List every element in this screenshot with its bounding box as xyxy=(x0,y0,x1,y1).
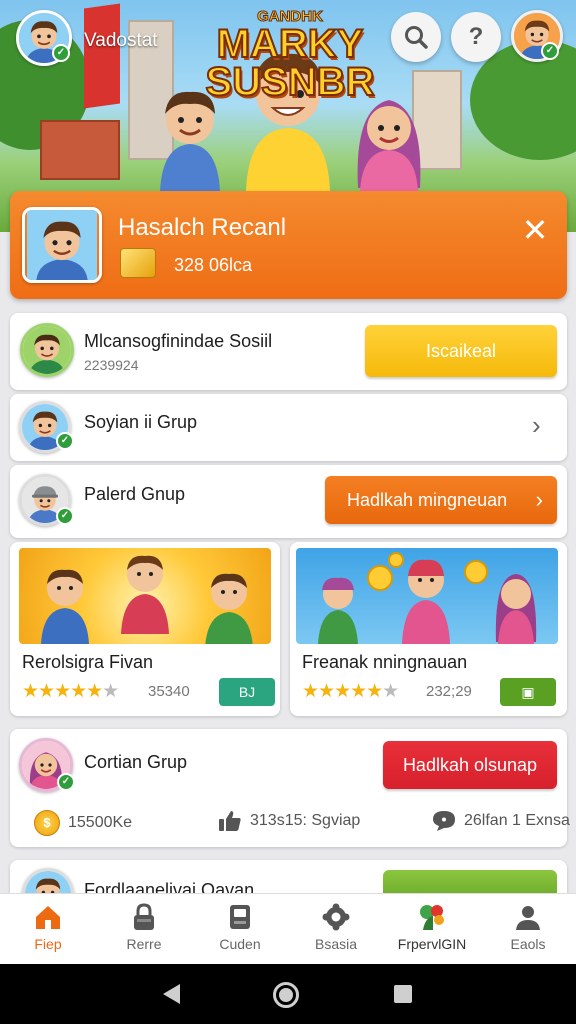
rating-stars: ★★★★★★ xyxy=(22,681,119,702)
nav-label: Cuden xyxy=(219,936,261,952)
nav-label: Bsasia xyxy=(314,936,358,952)
thumbs-up-icon xyxy=(219,811,241,831)
home-icon xyxy=(36,906,60,929)
game-artwork-image xyxy=(318,552,537,644)
nav-home[interactable]: Fiep xyxy=(0,894,96,964)
reward-banner[interactable]: Hasalch Recanl 328 06lca xyxy=(10,191,567,299)
search-button[interactable] xyxy=(391,12,441,62)
card-title: Palerd Gnup xyxy=(84,484,186,504)
card-avatar-image xyxy=(23,326,71,374)
person-icon xyxy=(516,906,540,930)
nav-label: Eaols xyxy=(510,936,546,952)
nav-label: Fiep xyxy=(34,936,62,952)
card-title: Mlcansogfinindae Sosiil xyxy=(84,331,273,351)
likes-stat: 313s15: Sgviap xyxy=(218,810,360,832)
game-logo: GANDHK MARKY SUSNBR xyxy=(205,8,376,104)
game-artwork xyxy=(19,548,271,644)
chevron-right-icon: › xyxy=(532,410,541,440)
verified-icon: ✓ xyxy=(56,432,74,450)
verified-icon: ✓ xyxy=(56,507,74,525)
search-icon xyxy=(405,26,428,49)
back-icon[interactable] xyxy=(160,982,182,1006)
game-tag[interactable]: ▣ xyxy=(500,678,556,706)
banner-coins: 328 06lca xyxy=(174,255,253,275)
verified-icon: ✓ xyxy=(541,42,559,60)
game-artwork xyxy=(296,548,558,644)
card-avatar xyxy=(20,323,74,377)
banner-title: Hasalch Recanl xyxy=(118,214,287,241)
nav-settings[interactable]: Bsasia xyxy=(288,894,384,964)
game-count: 232;29 xyxy=(426,683,472,700)
chevron-right-icon: › xyxy=(535,487,543,512)
help-icon: ? xyxy=(468,23,484,50)
group-action-button[interactable]: Hadlkah mingneuan › xyxy=(325,476,557,524)
nav-label: Rerre xyxy=(126,936,162,952)
banner-avatar-image xyxy=(25,210,99,280)
home-circle-icon[interactable] xyxy=(272,981,300,1009)
book-icon xyxy=(230,905,250,929)
game-card[interactable]: Freanak nningnauan ★★★★★★ 232;29 ▣ xyxy=(290,542,567,716)
comments-stat: 26lfan 1 Exnsa xyxy=(432,810,570,832)
rating-stars: ★★★★★★ xyxy=(302,681,399,702)
game-artwork-image xyxy=(41,555,253,644)
nav-special[interactable]: FrpervlGIN xyxy=(384,894,480,964)
likes-value: 313s15: Sgviap xyxy=(250,812,361,829)
bottom-navigation: Fiep Rerre Cuden Bsasia FrpervlGIN Eaols xyxy=(0,893,576,964)
verified-icon: ✓ xyxy=(57,773,75,791)
game-title: Freanak nningnauan xyxy=(302,652,468,672)
nav-rewards[interactable]: Rerre xyxy=(96,894,192,964)
house-decoration xyxy=(40,120,120,180)
coins-value: 15500Ke xyxy=(68,814,133,831)
lock-icon xyxy=(134,903,154,930)
coins-stat: $ 15500Ke xyxy=(34,810,132,836)
comment-icon xyxy=(433,811,455,831)
game-tag[interactable]: BJ xyxy=(219,678,275,706)
nav-label: FrpervlGIN xyxy=(397,936,467,952)
close-banner-button[interactable]: ✕ xyxy=(513,210,557,250)
nav-profile[interactable]: Eaols xyxy=(480,894,576,964)
group-join-button[interactable]: Hadlkah olsunap xyxy=(383,741,557,789)
logo-title: MARKY xyxy=(216,22,365,66)
banner-avatar xyxy=(22,207,102,283)
game-title: Rerolsigra Fivan xyxy=(22,652,154,672)
card-subtitle: 2239924 xyxy=(84,357,139,373)
game-count: 35340 xyxy=(148,683,190,700)
game-card[interactable]: Rerolsigra Fivan ★★★★★★ 35340 BJ xyxy=(10,542,280,716)
social-action-button[interactable]: Iscaikeal xyxy=(365,325,557,377)
comments-value: 26lfan 1 Exnsa xyxy=(464,812,570,829)
card-title: Cortian Grup xyxy=(84,752,188,772)
nav-guides[interactable]: Cuden xyxy=(192,894,288,964)
flag-decoration xyxy=(84,3,120,109)
gear-icon xyxy=(322,903,350,931)
group-action-label: Hadlkah mingneuan xyxy=(347,490,508,510)
coin-icon: $ xyxy=(34,810,60,836)
recents-icon[interactable] xyxy=(393,984,413,1004)
gold-bar-icon xyxy=(120,248,156,278)
help-button[interactable]: ? xyxy=(451,12,501,62)
group-card[interactable]: ✓ Soyian ii Grup › xyxy=(10,394,567,461)
system-navigation-bar xyxy=(0,964,576,1024)
card-title: Soyian ii Grup xyxy=(84,412,198,432)
logo-title-second: SUSNBR xyxy=(205,60,376,104)
verified-icon: ✓ xyxy=(52,44,70,62)
user-name[interactable]: Vadostat xyxy=(84,30,158,52)
flower-icon xyxy=(420,905,444,930)
